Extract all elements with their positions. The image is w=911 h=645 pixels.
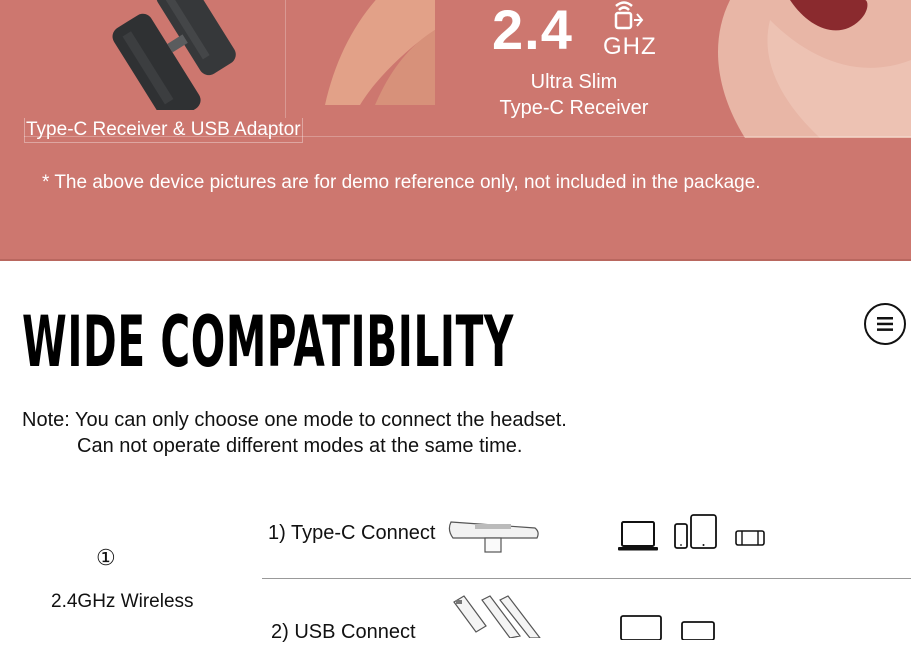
usb-adaptor-drawing <box>453 595 541 638</box>
tablet-icon-2 <box>681 621 715 640</box>
section-title: WIDE COMPATIBILITY <box>22 301 514 383</box>
mode-note-line1: Note: You can only choose one mode to co… <box>22 409 567 431</box>
hamburger-menu-icon <box>877 317 893 331</box>
panel-divider <box>285 0 286 118</box>
usb-connect-label: 2) USB Connect <box>271 621 416 643</box>
ear-photo <box>718 0 911 138</box>
laptop-icon-2 <box>620 615 662 640</box>
frequency-value: 2.4 <box>492 0 573 61</box>
hand-photo <box>325 0 435 105</box>
wireless-signal-icon <box>614 1 644 30</box>
receiver-photo <box>112 0 236 110</box>
connection-row-divider <box>262 578 911 579</box>
slim-receiver-line2: Type-C Receiver <box>499 97 649 119</box>
slim-receiver-line1: Ultra Slim <box>530 71 618 93</box>
game-console-icon <box>735 530 765 546</box>
typec-connect-label: 1) Type-C Connect <box>268 522 436 544</box>
typec-receiver-drawing <box>448 521 539 553</box>
receiver-caption: Type-C Receiver & USB Adaptor <box>24 118 303 143</box>
frequency-unit: GHZ <box>603 33 657 60</box>
menu-button[interactable] <box>864 303 906 345</box>
mode-name: 2.4GHz Wireless <box>51 591 194 612</box>
demo-disclaimer: * The above device pictures are for demo… <box>42 172 761 193</box>
mode-note-line2: Can not operate different modes at the s… <box>77 435 523 457</box>
phone-tablet-icon <box>674 514 717 549</box>
banner-border <box>0 259 911 261</box>
product-banner: 2.4 GHZ Ultra Slim Type-C Receiver Type-… <box>0 0 911 260</box>
mode-number: ① <box>96 545 116 570</box>
laptop-icon <box>618 521 658 551</box>
